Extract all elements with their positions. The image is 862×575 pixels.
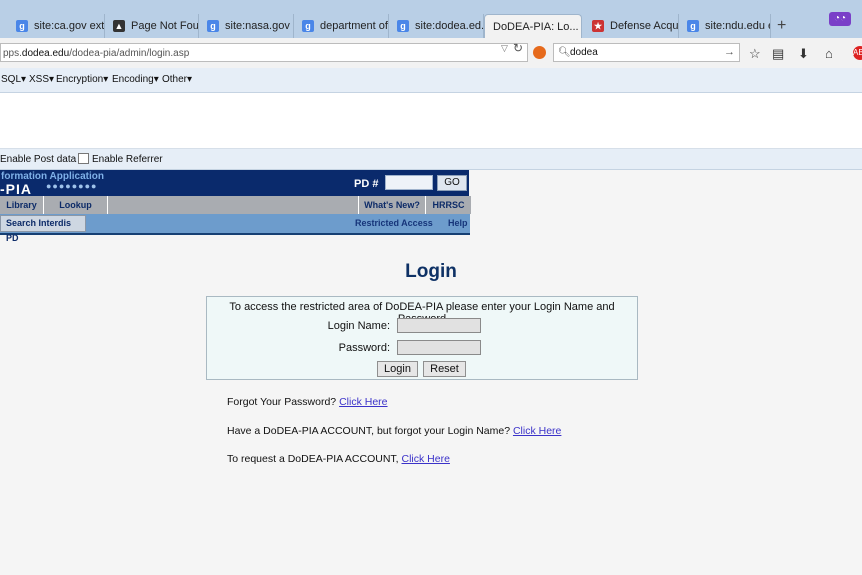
tab-title: site:dodea.ed... xyxy=(415,20,484,32)
login-name-label: Login Name: xyxy=(327,320,390,332)
tab-8[interactable]: g site:ndu.edu e... xyxy=(679,14,771,38)
forgot-login-line: Have a DoDEA-PIA ACCOUNT, but forgot you… xyxy=(227,425,561,437)
adblock-icon[interactable]: ABP xyxy=(853,46,862,60)
navigation-bar: pps.dodea.edu/dodea-pia/admin/login.asp … xyxy=(0,38,862,69)
menu-xss[interactable]: XSS▾ xyxy=(29,74,54,85)
bookmarks-list-icon[interactable]: ▤ xyxy=(772,46,784,62)
nav-hrrsc[interactable]: HRRSC xyxy=(426,196,471,214)
forgot-password-line: Forgot Your Password? Click Here xyxy=(227,396,388,408)
login-form: To access the restricted area of DoDEA-P… xyxy=(206,296,638,380)
tab-title: site:ndu.edu e... xyxy=(705,20,770,32)
google-icon: g xyxy=(397,20,409,32)
enable-referrer-label: Enable Referrer xyxy=(92,154,163,165)
url-path: /dodea-pia/admin/login.asp xyxy=(69,48,190,59)
bookmark-star-icon[interactable]: ☆ xyxy=(749,46,761,62)
url-prefix: pps. xyxy=(3,48,22,59)
tab-1[interactable]: g site:ca.gov ext... xyxy=(8,14,105,38)
tab-active[interactable]: DoDEA-PIA: Lo...× xyxy=(484,14,582,38)
request-account-text: To request a DoDEA-PIA ACCOUNT, xyxy=(227,453,399,465)
reset-button[interactable]: Reset xyxy=(423,361,466,377)
dev-options-bar: Enable Post data Enable Referrer xyxy=(0,149,862,170)
menu-encoding[interactable]: Encoding▾ xyxy=(112,74,159,85)
help-link[interactable]: Help xyxy=(448,218,468,228)
site-banner: formation Application -PIA ●●●●●●●● PD #… xyxy=(0,170,469,197)
reload-icon[interactable]: ↻ xyxy=(513,41,523,55)
download-icon[interactable]: ⬇ xyxy=(798,46,809,62)
site-nav-secondary: Search Interdis PD Restricted Access Hel… xyxy=(0,214,470,243)
search-engine-icon[interactable] xyxy=(533,46,546,59)
dev-toolbar: SQL▾ XSS▾ Encryption▾ Encoding▾ Other▾ xyxy=(0,68,862,93)
site-nav-primary: Library Lookup What's New? HRRSC xyxy=(0,196,471,214)
tab-title: site:nasa.gov ... xyxy=(225,20,293,32)
tab-title: Page Not Fou... xyxy=(131,20,199,32)
login-button[interactable]: Login xyxy=(377,361,418,377)
home-icon[interactable]: ⌂ xyxy=(825,46,833,61)
pd-input[interactable] xyxy=(385,175,433,190)
google-icon: g xyxy=(302,20,314,32)
page-title: Login xyxy=(405,261,457,282)
tab-2[interactable]: ▲ Page Not Fou... xyxy=(105,14,199,38)
enable-post-label[interactable]: Enable Post data xyxy=(0,154,76,165)
url-dropdown-icon[interactable]: ▽ xyxy=(501,43,508,54)
forgot-password-text: Forgot Your Password? xyxy=(227,396,337,408)
tab-3[interactable]: g site:nasa.gov ... xyxy=(199,14,294,38)
request-account-line: To request a DoDEA-PIA ACCOUNT, Click He… xyxy=(227,453,450,465)
new-tab-button[interactable]: + xyxy=(777,17,786,35)
pd-label: PD # xyxy=(354,178,379,190)
tab-4[interactable]: g department of... xyxy=(294,14,389,38)
graduation-cap-icon: ▲ xyxy=(113,20,125,32)
forgot-login-link[interactable]: Click Here xyxy=(513,425,561,437)
google-icon: g xyxy=(687,20,699,32)
search-value: dodea xyxy=(570,47,598,58)
banner-dots: ●●●●●●●● xyxy=(46,181,98,191)
private-mask-icon: ◔◔ xyxy=(829,12,851,26)
request-account-link[interactable]: Click Here xyxy=(402,453,450,465)
nav-whats-new[interactable]: What's New? xyxy=(358,196,426,214)
tab-5[interactable]: g site:dodea.ed... xyxy=(389,14,484,38)
tab-title: Defense Acqui... xyxy=(610,20,679,32)
menu-encryption[interactable]: Encryption▾ xyxy=(56,74,108,85)
tab-title: department of... xyxy=(320,20,388,32)
flag-icon: ★ xyxy=(592,20,604,32)
restricted-access-link[interactable]: Restricted Access xyxy=(355,218,433,228)
menu-sql[interactable]: SQL▾ xyxy=(1,74,26,85)
url-host: dodea.edu xyxy=(21,48,70,59)
password-label: Password: xyxy=(338,342,390,354)
tab-7[interactable]: ★ Defense Acqui... xyxy=(584,14,679,38)
tab-title: site:ca.gov ext... xyxy=(34,20,105,32)
nav-library[interactable]: Library xyxy=(0,196,44,214)
password-field[interactable] xyxy=(397,340,481,355)
search-icon: 🔍︎ xyxy=(558,47,571,58)
forgot-password-link[interactable]: Click Here xyxy=(339,396,387,408)
search-interdis-pd-tab[interactable]: Search Interdis PD xyxy=(0,215,86,243)
site-logo: -PIA xyxy=(0,181,32,197)
menu-other[interactable]: Other▾ xyxy=(162,74,192,85)
tab-title: DoDEA-PIA: Lo... xyxy=(493,20,579,33)
tab-strip: gsite:ca.gov ext... ▲Page Not Fou... gsi… xyxy=(0,0,862,38)
forgot-login-text: Have a DoDEA-PIA ACCOUNT, but forgot you… xyxy=(227,425,511,437)
arrow-right-icon[interactable]: → xyxy=(724,44,735,61)
nav-lookup[interactable]: Lookup xyxy=(44,196,108,214)
google-icon: g xyxy=(207,20,219,32)
go-button[interactable]: GO xyxy=(437,175,467,191)
google-icon: g xyxy=(16,20,28,32)
search-input[interactable]: 🔍︎ dodea → xyxy=(553,43,740,62)
dev-input-panel[interactable] xyxy=(0,93,862,149)
url-bar[interactable]: pps.dodea.edu/dodea-pia/admin/login.asp xyxy=(0,43,528,62)
enable-referrer-checkbox[interactable] xyxy=(78,153,89,164)
login-name-field[interactable] xyxy=(397,318,481,333)
